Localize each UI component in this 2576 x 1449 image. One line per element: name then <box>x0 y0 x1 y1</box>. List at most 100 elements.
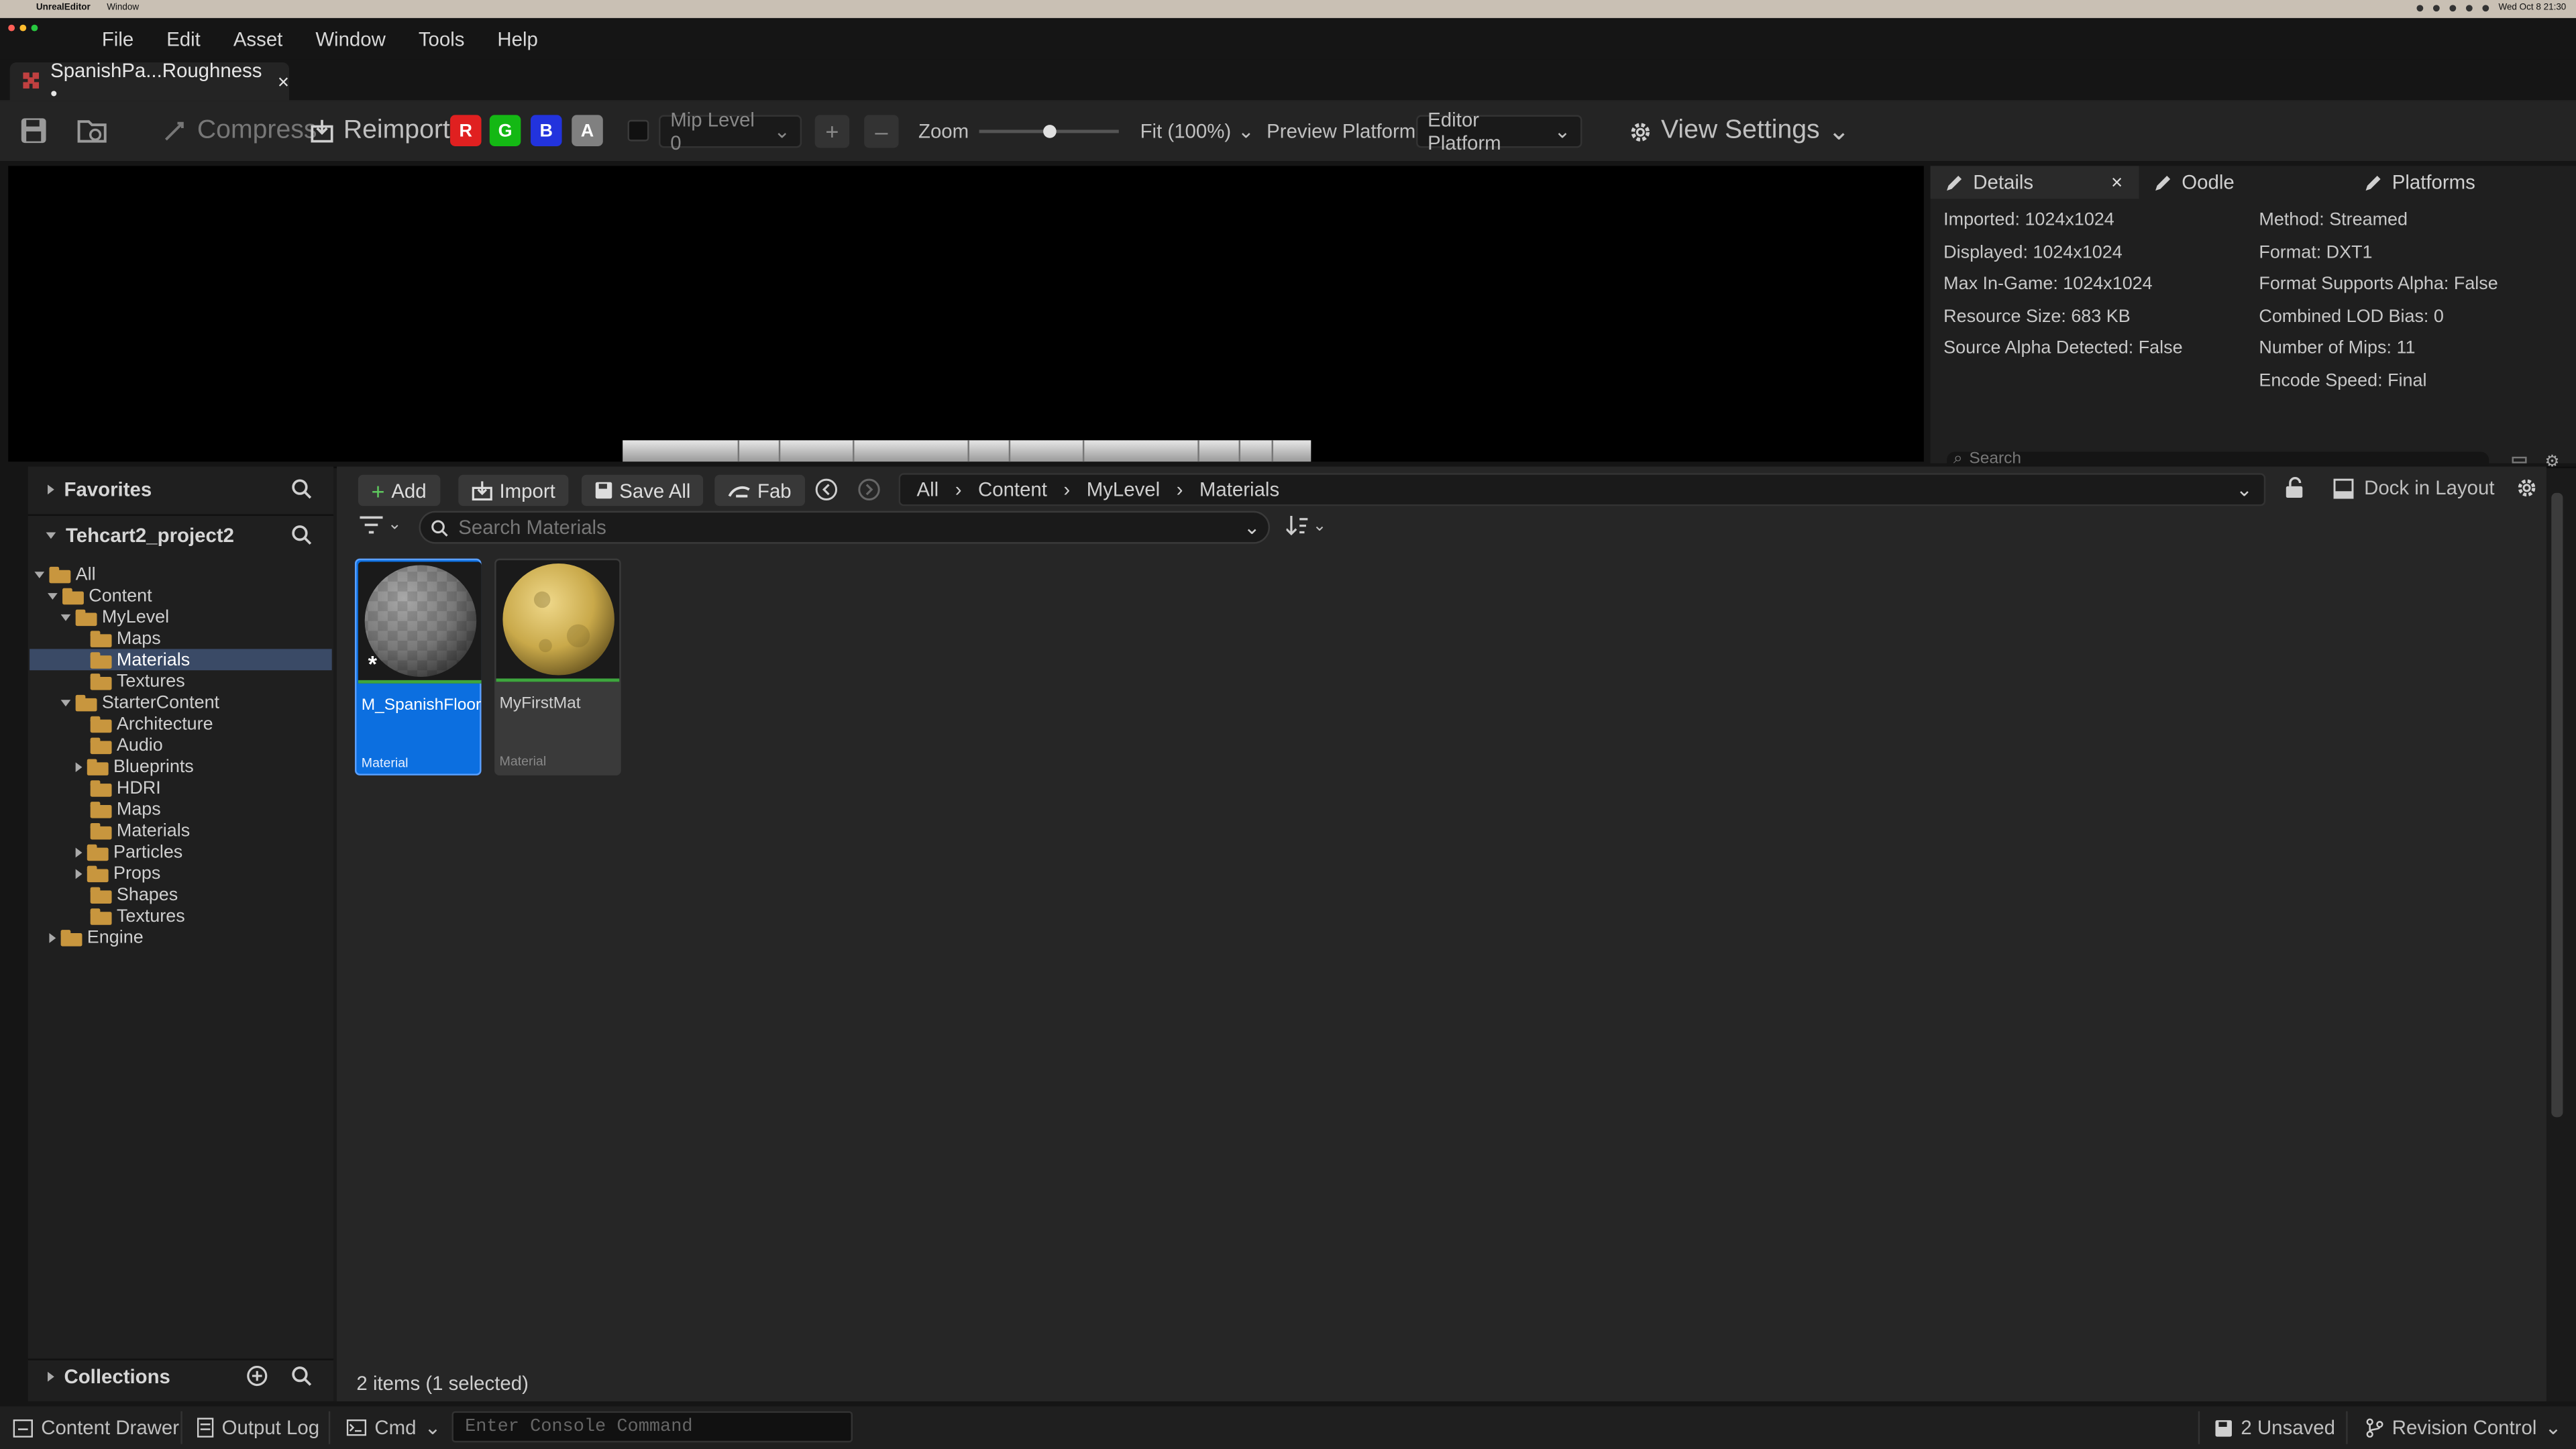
mip-decrease-button[interactable]: – <box>864 115 899 148</box>
status-icon[interactable] <box>2416 5 2423 12</box>
table-view-icon[interactable] <box>2512 456 2527 464</box>
breadcrumb-mylevel[interactable]: MyLevel <box>1087 478 1160 501</box>
tree-node-textures[interactable]: Textures <box>90 670 185 692</box>
zoom-slider[interactable] <box>979 125 1119 138</box>
fab-button[interactable]: Fab <box>714 474 805 506</box>
browse-asset-icon[interactable] <box>77 117 107 145</box>
mip-level-dropdown[interactable]: Mip Level 0 ⌄ <box>659 109 802 154</box>
filter-button[interactable]: ⌄ <box>360 516 402 534</box>
mip-checkbox[interactable] <box>627 119 649 142</box>
tab-details[interactable]: Details <box>1932 166 2033 199</box>
menu-help[interactable]: Help <box>497 28 537 51</box>
system-app-name[interactable]: UnrealEditor <box>36 3 91 13</box>
add-collection-icon[interactable] <box>246 1365 268 1387</box>
tree-node-architecture[interactable]: Architecture <box>90 713 213 735</box>
chevron-right-icon[interactable]: › <box>1177 478 1183 501</box>
tab-close-button[interactable]: × <box>278 70 289 93</box>
tree-node-hdri[interactable]: HDRI <box>90 777 161 798</box>
search-icon[interactable] <box>290 478 312 500</box>
forward-history-icon[interactable] <box>857 478 880 501</box>
chevron-right-icon[interactable]: › <box>1063 478 1070 501</box>
status-icon[interactable] <box>2432 5 2440 12</box>
system-menu-window[interactable]: Window <box>107 3 139 13</box>
menu-file[interactable]: File <box>102 28 133 51</box>
preview-platform-dropdown[interactable]: Editor Platform ⌄ <box>1416 109 1582 154</box>
favorites-section[interactable]: Favorites <box>48 478 152 501</box>
import-button[interactable]: Import <box>458 474 569 506</box>
breadcrumb-content[interactable]: Content <box>978 478 1047 501</box>
breadcrumb-materials[interactable]: Materials <box>1199 478 1279 501</box>
chevron-down-icon[interactable]: ⌄ <box>1244 516 1260 539</box>
revision-control-button[interactable]: Revision Control ⌄ <box>2366 1415 2561 1441</box>
tree-node-shapes[interactable]: Shapes <box>90 884 178 906</box>
cmd-dropdown[interactable]: Cmd ⌄ <box>346 1415 441 1441</box>
tree-node-audio[interactable]: Audio <box>90 735 163 756</box>
search-icon[interactable] <box>290 1365 312 1387</box>
texture-editor-tab[interactable]: SpanishPa...Roughness • × <box>9 58 289 105</box>
reimport-button[interactable]: Reimport <box>299 113 460 150</box>
unsaved-button[interactable]: 2 Unsaved <box>2214 1415 2335 1441</box>
save-all-button[interactable]: Save All <box>581 474 704 506</box>
dock-in-layout-button[interactable]: Dock in Layout <box>2333 476 2495 499</box>
mip-increase-button[interactable]: + <box>814 115 850 148</box>
menu-window[interactable]: Window <box>315 28 386 51</box>
tree-node-engine[interactable]: Engine <box>49 926 144 948</box>
tree-node-mylevel[interactable]: MyLevel <box>60 606 170 628</box>
scrollbar[interactable] <box>2551 492 2563 1118</box>
asset-tile-myfirstmat[interactable]: MyFirstMat Material <box>494 558 621 775</box>
chevron-down-icon[interactable]: ⌄ <box>2236 478 2253 501</box>
folder-icon <box>75 694 97 711</box>
close-window-button[interactable] <box>8 24 15 32</box>
battery-icon[interactable] <box>2465 5 2473 12</box>
back-history-icon[interactable] <box>815 478 838 501</box>
tree-node-textures-2[interactable]: Textures <box>90 905 185 926</box>
tree-node-startercontent[interactable]: StarterContent <box>60 692 219 713</box>
tree-node-maps-2[interactable]: Maps <box>90 798 161 820</box>
tree-node-all[interactable]: All <box>34 564 96 585</box>
tab-oodle[interactable]: Oodle <box>2141 166 2235 199</box>
folder-icon <box>90 822 112 839</box>
wifi-icon[interactable] <box>2449 5 2456 12</box>
channel-g-toggle[interactable]: G <box>489 115 521 146</box>
tree-node-materials-2[interactable]: Materials <box>90 820 190 841</box>
fit-value: Fit (100%) <box>1140 119 1232 144</box>
texture-viewport[interactable] <box>8 166 1924 462</box>
details-search-input[interactable]: ⌕ Search <box>1947 451 2489 466</box>
chevron-right-icon[interactable]: › <box>955 478 962 501</box>
menu-tools[interactable]: Tools <box>419 28 465 51</box>
sort-button[interactable]: ⌄ <box>1286 515 1326 536</box>
save-icon[interactable] <box>19 117 48 145</box>
tree-node-materials[interactable]: Materials <box>90 649 190 670</box>
tree-node-props[interactable]: Props <box>75 863 160 884</box>
asset-view[interactable] <box>337 466 2546 1401</box>
tab-platforms[interactable]: Platforms <box>2351 166 2475 199</box>
menu-asset[interactable]: Asset <box>233 28 283 51</box>
project-section[interactable]: Tehcart2_project2 <box>46 524 234 547</box>
tree-node-maps[interactable]: Maps <box>90 628 161 649</box>
system-clock[interactable]: Wed Oct 8 21:30 <box>2498 3 2566 13</box>
zoom-window-button[interactable] <box>31 24 38 32</box>
view-settings-button[interactable]: View Settings ⌄ <box>1618 113 1860 150</box>
close-icon[interactable]: × <box>2111 171 2123 194</box>
breadcrumb-all[interactable]: All <box>917 478 939 501</box>
content-drawer-button[interactable]: Content Drawer <box>13 1415 179 1441</box>
collections-section[interactable]: Collections <box>48 1365 170 1388</box>
search-icon[interactable] <box>290 524 312 545</box>
tree-node-particles[interactable]: Particles <box>75 841 182 863</box>
control-center-icon[interactable] <box>2481 5 2489 12</box>
tree-node-blueprints[interactable]: Blueprints <box>75 756 194 777</box>
channel-a-toggle[interactable]: A <box>572 115 603 146</box>
lock-icon[interactable] <box>2284 476 2305 499</box>
channel-b-toggle[interactable]: B <box>531 115 562 146</box>
minimize-window-button[interactable] <box>19 24 27 32</box>
console-command-input[interactable]: Enter Console Command <box>451 1411 853 1443</box>
search-materials-input[interactable]: Search Materials <box>419 511 1271 544</box>
asset-tile-m-spanishfloor[interactable]: * M_SpanishFloor Material <box>354 558 482 775</box>
channel-r-toggle[interactable]: R <box>450 115 482 146</box>
tree-node-content[interactable]: Content <box>48 585 152 606</box>
add-button[interactable]: + Add <box>358 474 440 506</box>
output-log-button[interactable]: Output Log <box>197 1415 319 1441</box>
gear-icon[interactable] <box>2515 476 2538 499</box>
menu-edit[interactable]: Edit <box>166 28 201 51</box>
fit-dropdown[interactable]: Fit (100%) ⌄ <box>1140 120 1254 143</box>
